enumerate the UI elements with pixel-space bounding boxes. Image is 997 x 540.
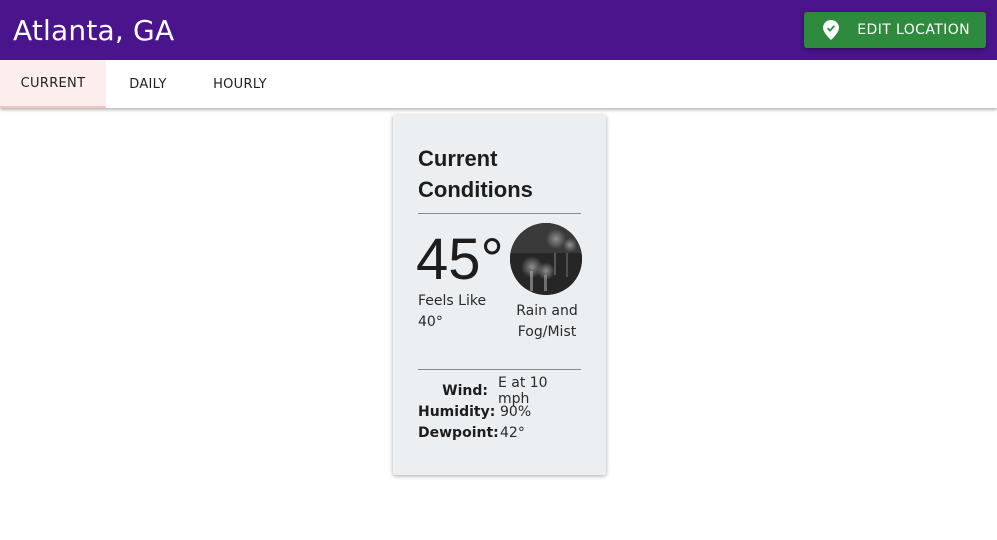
tab-hourly[interactable]: HOURLY [190, 60, 290, 108]
feels-like-label: Feels Like [418, 293, 487, 309]
conditions-details: Wind: E at 10 mph Humidity: 90% Dewpoint… [418, 375, 581, 443]
temperature: 45° [416, 227, 504, 292]
edit-location-label: EDIT LOCATION [857, 22, 970, 38]
wind-value: E at 10 mph [497, 374, 548, 407]
feels-like: Feels Like 40° [418, 291, 498, 333]
tab-bar: CURRENT DAILY HOURLY [0, 60, 997, 108]
dewpoint-row: Dewpoint: 42° [418, 422, 581, 443]
feels-like-value: 40° [418, 314, 443, 330]
location-title: Atlanta, GA [13, 13, 175, 47]
humidity-value: 90% [500, 403, 532, 420]
dewpoint-label: Dewpoint: [418, 424, 499, 441]
divider [418, 369, 581, 370]
dewpoint-value: 42° [500, 424, 525, 441]
card-title: Current Conditions [418, 146, 533, 202]
tab-current[interactable]: CURRENT [0, 60, 106, 108]
humidity-label: Humidity: [418, 403, 496, 420]
tab-daily[interactable]: DAILY [106, 60, 190, 108]
edit-location-button[interactable]: EDIT LOCATION [804, 12, 986, 48]
app-bar: Atlanta, GA EDIT LOCATION [0, 0, 997, 60]
wind-label: Wind: [442, 382, 488, 399]
current-conditions-card: Current Conditions 45° Feels Like 40° Ra… [393, 115, 606, 475]
wind-row: Wind: E at 10 mph [418, 375, 581, 407]
map-pin-icon [823, 20, 840, 40]
rain-fog-icon [510, 223, 582, 295]
conditions-summary: 45° Feels Like 40° Rain and Fog/Mist [416, 214, 582, 361]
condition-description: Rain and Fog/Mist [516, 303, 578, 340]
